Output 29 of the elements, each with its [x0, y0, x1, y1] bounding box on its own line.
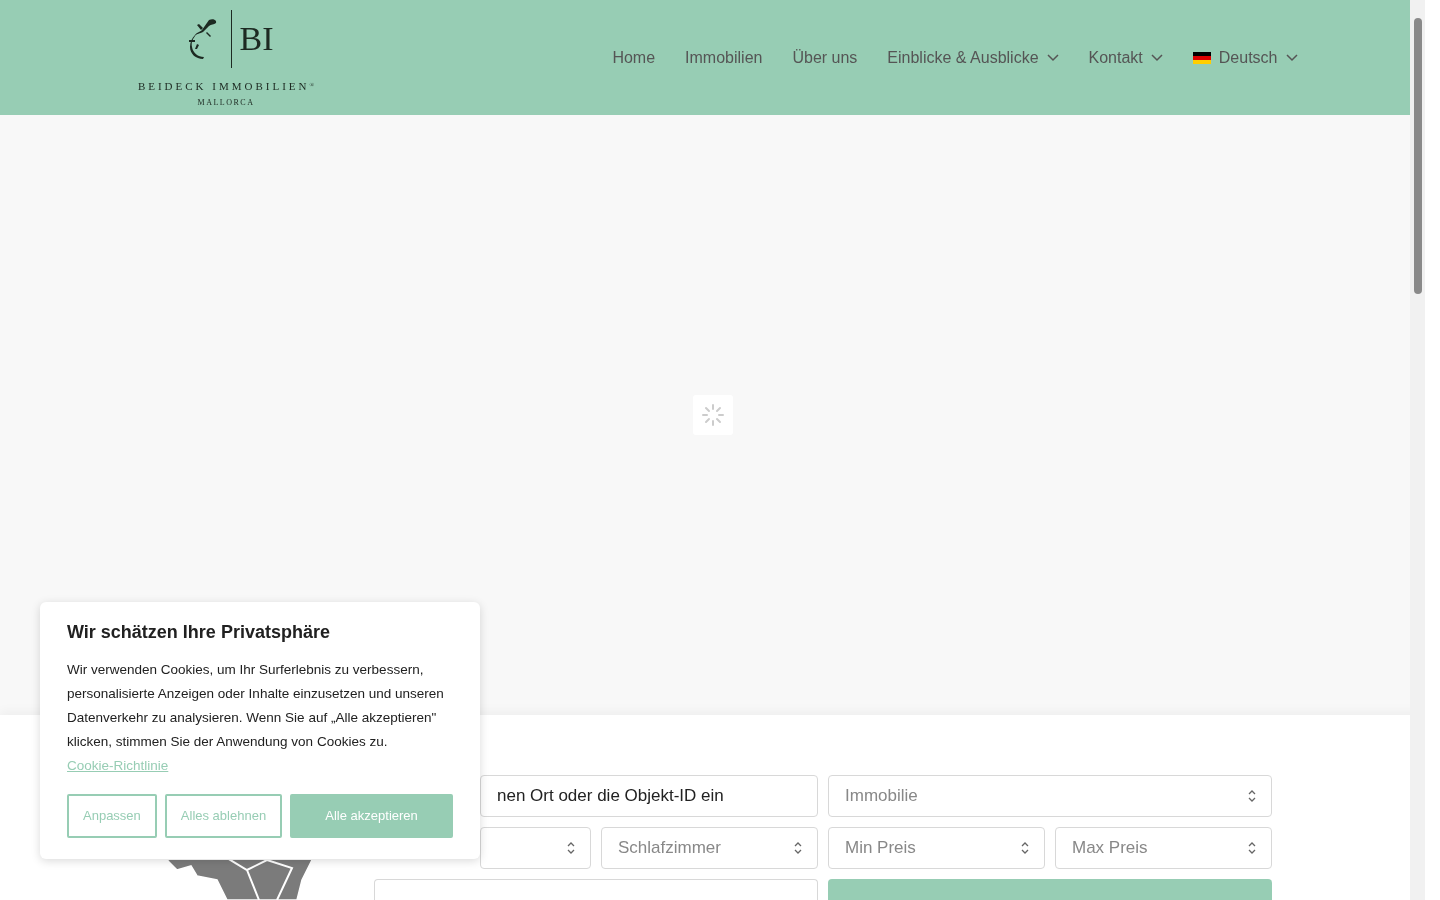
divider-line: [230, 10, 232, 69]
select-arrows-icon: [1247, 789, 1257, 803]
select-arrows-icon: [1020, 841, 1030, 855]
select-field[interactable]: [480, 827, 591, 869]
logo-region: MALLORCA: [197, 96, 255, 109]
nav-link[interactable]: Immobilien: [685, 45, 763, 70]
search-button[interactable]: [828, 879, 1272, 900]
select-arrows-icon: [1247, 841, 1257, 855]
logo[interactable]: BI BEIDECK IMMOBILIEN$^{®}$ MALLORCA: [127, 6, 325, 109]
scrollbar[interactable]: [1410, 0, 1425, 900]
nav-link[interactable]: Über uns: [792, 45, 858, 70]
select-field[interactable]: Min Preis: [828, 827, 1045, 869]
dropdown-link[interactable]: Deutsch: [1192, 45, 1298, 70]
logo-name: BEIDECK IMMOBILIEN$^{®}$: [137, 79, 315, 95]
dropdown-link[interactable]: Einblicke & Ausblicke: [887, 45, 1059, 70]
select-field[interactable]: Schlafzimmer: [601, 827, 818, 869]
nav-link[interactable]: Home: [612, 45, 656, 70]
select-field[interactable]: [374, 879, 818, 900]
select-arrows-icon: [793, 841, 803, 855]
loading-spinner-icon: [700, 403, 725, 427]
flag-icon: [1192, 51, 1211, 64]
banner-title: Wir schätzen Ihre Privatsphäre: [67, 622, 331, 644]
banner-text: Wir verwenden Cookies, um Ihr Surferlebnis zu verbessern, personalisierte Anzeigen oder Inhalte einzusetzen und unseren Datenverkehr zu analysieren. Wenn Sie auf „Alle akzeptieren" klicken, stimmen Sie der Anwendung von Cookies zu. Cookie-Richtlinie: [67, 660, 445, 775]
select-arrows-icon: [566, 841, 576, 855]
logo-monogram: BI: [239, 22, 274, 57]
dropdown-link[interactable]: Kontakt: [1088, 45, 1163, 70]
select-field[interactable]: Immobilie: [828, 775, 1272, 817]
select-field[interactable]: Max Preis: [1055, 827, 1272, 869]
search-field[interactable]: nen Ort oder die Objekt-ID ein: [480, 775, 818, 817]
